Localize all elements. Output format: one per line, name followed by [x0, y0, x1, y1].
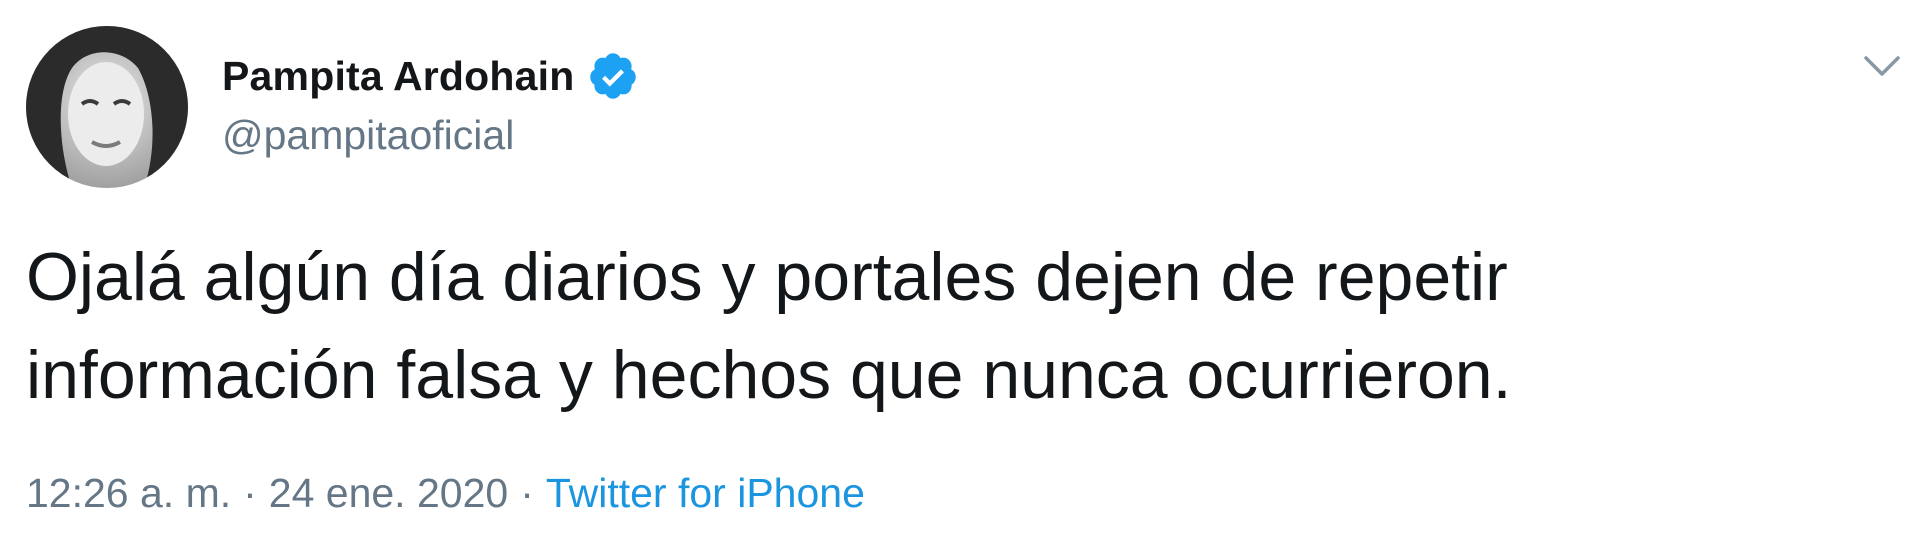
- name-row: Pampita Ardohain: [222, 46, 639, 106]
- tweet-text-line-1: Ojalá algún día diarios y portales dejen…: [26, 239, 1508, 315]
- display-name[interactable]: Pampita Ardohain: [222, 53, 575, 100]
- tweet-text-line-2: información falsa y hechos que nunca ocu…: [26, 337, 1512, 413]
- avatar[interactable]: [26, 26, 188, 188]
- meta-separator: ·: [520, 470, 534, 516]
- tweet-metadata: 12:26 a. m. · 24 ene. 2020 · Twitter for…: [26, 470, 865, 517]
- user-info: Pampita Ardohain @pampitaoficial: [222, 46, 639, 159]
- verified-badge-icon: [587, 50, 639, 102]
- tweet-source-link[interactable]: Twitter for iPhone: [546, 470, 865, 517]
- user-handle[interactable]: @pampitaoficial: [222, 112, 639, 159]
- tweet-date[interactable]: 24 ene. 2020: [269, 470, 508, 517]
- tweet-card: Pampita Ardohain @pampitaoficial Ojalá a…: [0, 0, 1920, 560]
- tweet-text: Ojalá algún día diarios y portales dejen…: [26, 228, 1886, 424]
- avatar-photo: [26, 26, 188, 188]
- chevron-down-icon[interactable]: [1860, 46, 1904, 86]
- meta-separator: ·: [243, 470, 257, 516]
- tweet-time[interactable]: 12:26 a. m.: [26, 470, 231, 517]
